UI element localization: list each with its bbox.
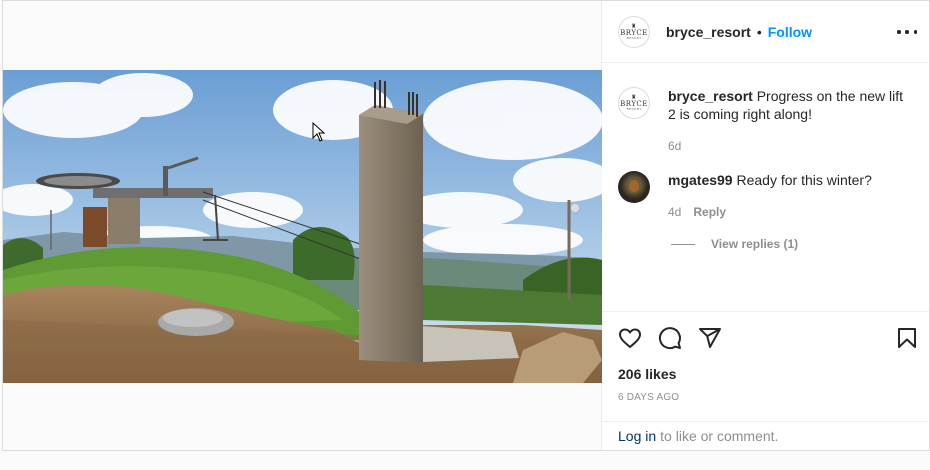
more-options-button[interactable] — [897, 24, 917, 40]
comment-icon[interactable] — [658, 326, 682, 350]
caption: ♜ BRYCE RESORT bryce_resort Progress on … — [618, 87, 913, 155]
post-card: ♜ BRYCE RESORT bryce_resort • Follow ♜ B… — [2, 0, 930, 451]
reply-button[interactable]: Reply — [693, 203, 726, 221]
comment-item: mgates99 Ready for this winter? 4d Reply — [618, 171, 913, 221]
caption-avatar[interactable]: ♜ BRYCE RESORT — [618, 87, 650, 119]
login-rest-text: to like or comment. — [660, 428, 779, 444]
likes-count[interactable]: 206 likes — [618, 366, 913, 382]
view-replies-button[interactable]: View replies (1) — [671, 237, 913, 251]
more-dot-icon — [913, 30, 917, 34]
mouse-cursor-icon — [312, 122, 326, 142]
avatar-logo-sub: RESORT — [626, 35, 642, 40]
caption-body: bryce_resort Progress on the new lift 2 … — [668, 87, 913, 155]
action-icons — [618, 312, 916, 364]
post-header: ♜ BRYCE RESORT bryce_resort • Follow — [602, 1, 929, 63]
side-pane: ♜ BRYCE RESORT bryce_resort • Follow ♜ B… — [602, 1, 929, 450]
commenter-avatar[interactable] — [618, 171, 650, 203]
more-dot-icon — [897, 30, 901, 34]
comments-area: ♜ BRYCE RESORT bryce_resort Progress on … — [602, 63, 929, 311]
media-pane — [3, 1, 602, 450]
header-username[interactable]: bryce_resort — [666, 24, 751, 40]
avatar-logo: ♜ BRYCE RESORT — [620, 95, 648, 111]
caption-age[interactable]: 6d — [668, 137, 681, 155]
avatar-logo-sub: RESORT — [626, 107, 642, 111]
actions-area: 206 likes 6 DAYS AGO — [602, 311, 929, 421]
follow-button[interactable]: Follow — [768, 24, 812, 40]
resort-avatar[interactable]: ♜ BRYCE RESORT — [618, 15, 650, 48]
login-link[interactable]: Log in — [618, 428, 656, 444]
post-time[interactable]: 6 DAYS AGO — [618, 392, 913, 403]
dot-separator: • — [756, 23, 762, 40]
heart-icon[interactable] — [618, 326, 642, 350]
share-icon[interactable] — [698, 326, 722, 350]
comment-text: Ready for this winter? — [736, 172, 872, 188]
comment-age[interactable]: 4d — [668, 203, 681, 221]
post-image — [3, 70, 602, 383]
post-photo[interactable] — [3, 70, 602, 383]
comment-username[interactable]: mgates99 — [668, 172, 733, 188]
view-replies-label: View replies (1) — [711, 237, 799, 251]
comment-meta: 4d Reply — [668, 203, 872, 221]
replies-divider — [671, 243, 695, 245]
caption-username[interactable]: bryce_resort — [668, 88, 753, 104]
caption-meta: 6d — [668, 137, 913, 155]
bookmark-icon[interactable] — [895, 326, 919, 350]
login-prompt: Log in to like or comment. — [602, 421, 929, 450]
more-dot-icon — [905, 30, 909, 34]
comment-body: mgates99 Ready for this winter? 4d Reply — [668, 171, 872, 221]
avatar-logo: ♜ BRYCE RESORT — [620, 23, 648, 40]
